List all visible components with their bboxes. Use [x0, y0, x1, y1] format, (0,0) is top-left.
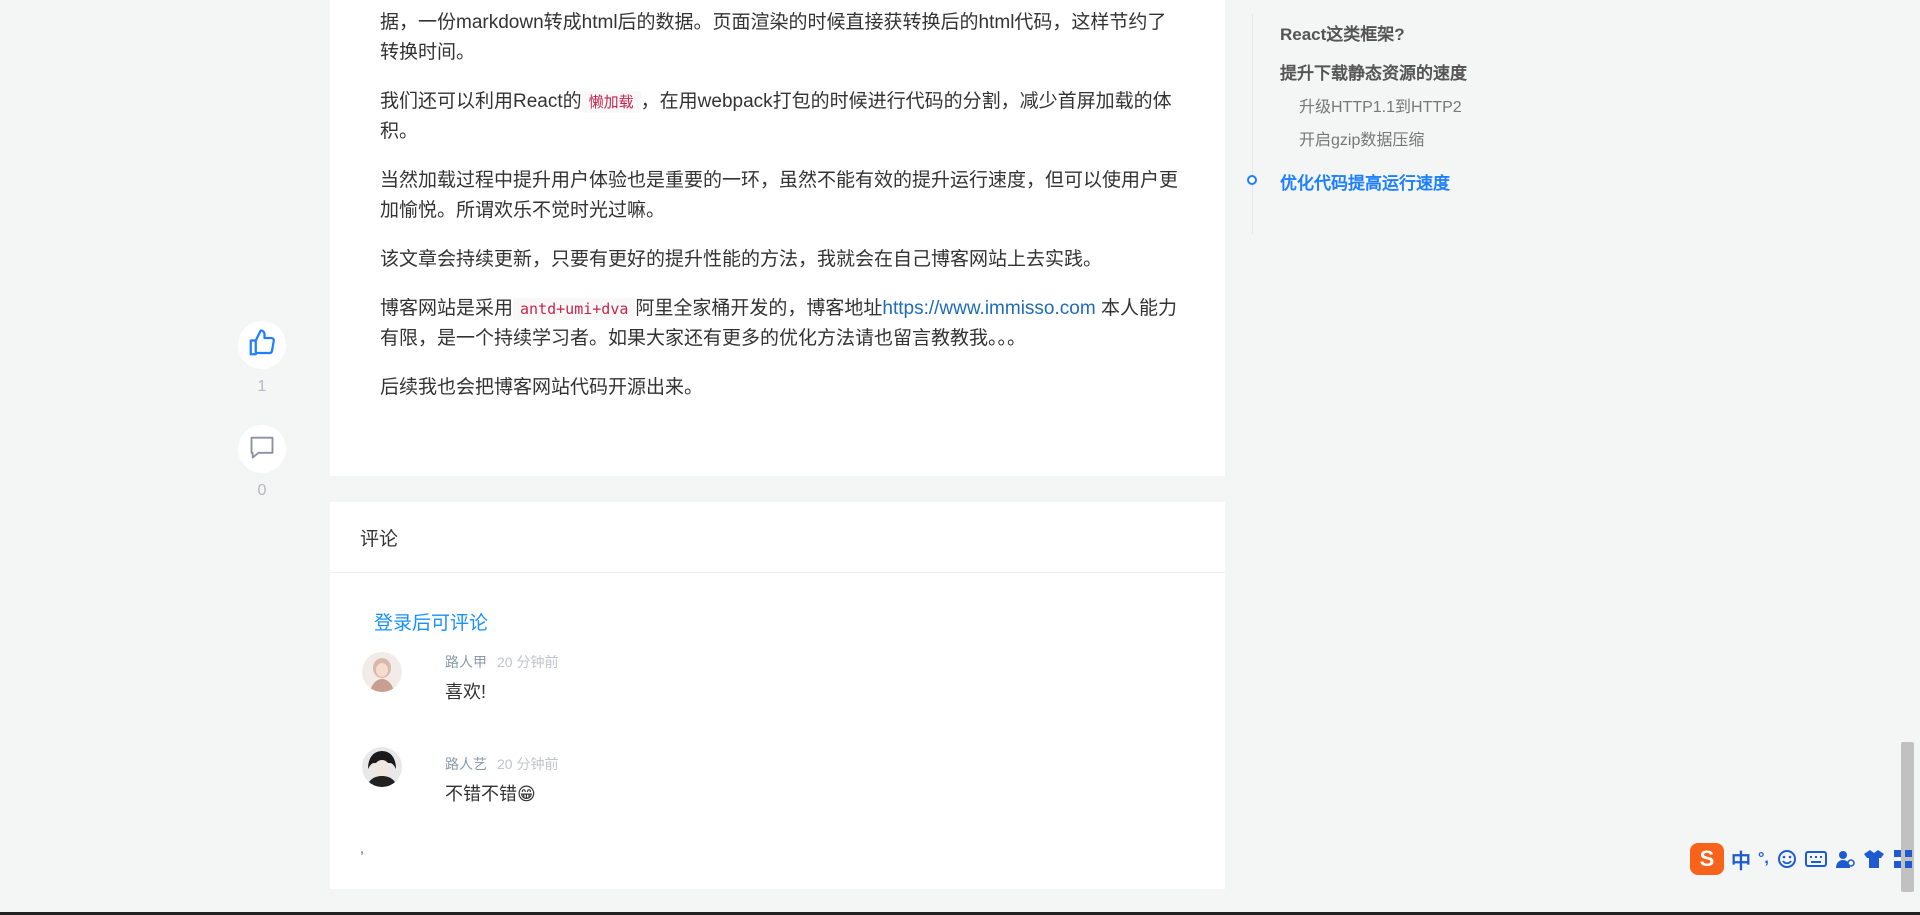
toc-item[interactable]: 升级HTTP1.1到HTTP2 [1299, 93, 1462, 117]
stray-mark: , [360, 840, 364, 856]
ime-toolbar: S 中 °, [1690, 841, 1914, 877]
comment-time: 20 分钟前 [497, 756, 559, 772]
toc-item-active[interactable]: 优化代码提高运行速度 [1280, 169, 1450, 194]
comment-meta: 路人甲 20 分钟前 [445, 652, 558, 672]
ime-punct-toggle[interactable]: °, [1758, 850, 1769, 868]
paragraph-text: 我们还可以利用React的 [380, 91, 582, 112]
article-card: 据，一份markdown转成html后的数据。页面渲染的时候直接获转换后的htm… [330, 0, 1225, 476]
blog-url-link[interactable]: https://www.immisso.com [882, 298, 1095, 319]
sogou-logo-icon[interactable]: S [1690, 843, 1724, 875]
comment-author[interactable]: 路人甲 [445, 654, 487, 670]
comment-text: 不错不错😁 [445, 780, 536, 806]
avatar[interactable] [362, 652, 402, 692]
paragraph-text: 博客网站是采用 [380, 298, 514, 319]
ime-mode-toggle[interactable]: 中 [1731, 845, 1751, 874]
article-body: 据，一份markdown转成html后的数据。页面渲染的时候直接获转换后的htm… [380, 8, 1180, 422]
keyboard-icon[interactable] [1804, 848, 1827, 870]
paragraph-text: 阿里全家桶开发的，博客地址 [635, 298, 883, 319]
paragraph-text: 后续我也会把博客网站代码开源出来。 [380, 377, 704, 398]
comment-author[interactable]: 路人艺 [445, 756, 487, 772]
grid-menu-icon[interactable] [1892, 848, 1914, 870]
paragraph-text: 据，一份markdown转成html后的数据。页面渲染的时候直接获转换后的htm… [380, 12, 1167, 63]
comment-text: 喜欢! [445, 682, 487, 702]
article-paragraph: 我们还可以利用React的 懒加载 ，在用webpack打包的时候进行代码的分割，减… [380, 87, 1180, 147]
toc-item[interactable]: 开启gzip数据压缩 [1299, 126, 1424, 150]
grin-emoji-icon: 😁 [517, 784, 536, 804]
comment-text-body: 不错不错 [445, 784, 517, 804]
article-paragraph: 博客网站是采用 antd+umi+dva 阿里全家桶开发的，博客地址https://… [380, 294, 1180, 354]
inline-code: 懒加载 [581, 91, 641, 113]
comments-section: 评论 登录后可评论 路人甲 20 分钟前 喜欢! 路人艺 20 分钟前 不错不错… [330, 502, 1225, 889]
comment-meta: 路人艺 20 分钟前 [445, 754, 558, 774]
comment-count: 0 [257, 482, 267, 499]
toc-track-line [1252, 14, 1253, 234]
paragraph-text: 当然加载过程中提升用户体验也是重要的一环，虽然不能有效的提升运行速度，但可以使用… [380, 170, 1179, 221]
article-paragraph: 后续我也会把博客网站代码开源出来。 [380, 373, 1180, 403]
skin-shirt-icon[interactable] [1863, 848, 1885, 870]
login-to-comment-link[interactable]: 登录后可评论 [374, 608, 488, 635]
comments-title: 评论 [330, 502, 1225, 573]
emoji-icon[interactable] [1776, 848, 1798, 870]
inline-code: antd+umi+dva [513, 298, 636, 320]
toc-item[interactable]: React这类框架? [1280, 20, 1405, 45]
like-count: 1 [257, 378, 267, 395]
comment-button[interactable] [238, 425, 286, 473]
toc-active-dot-icon [1247, 175, 1257, 185]
comment-time: 20 分钟前 [497, 654, 559, 670]
table-of-contents: React这类框架? 提升下载静态资源的速度 升级HTTP1.1到HTTP2 开… [1247, 0, 1552, 915]
article-paragraph: 当然加载过程中提升用户体验也是重要的一环，虽然不能有效的提升运行速度，但可以使用… [380, 166, 1180, 226]
toc-item[interactable]: 提升下载静态资源的速度 [1280, 59, 1467, 84]
avatar[interactable] [362, 747, 402, 787]
article-paragraph: 该文章会持续更新，只要有更好的提升性能的方法，我就会在自己博客网站上去实践。 [380, 245, 1180, 275]
article-paragraph: 据，一份markdown转成html后的数据。页面渲染的时候直接获转换后的htm… [380, 8, 1180, 68]
thumbs-up-icon [247, 328, 277, 363]
like-button[interactable] [238, 321, 286, 369]
comment-icon [248, 433, 276, 466]
paragraph-text: 该文章会持续更新，只要有更好的提升性能的方法，我就会在自己博客网站上去实践。 [380, 249, 1103, 270]
user-settings-icon[interactable] [1834, 848, 1856, 870]
